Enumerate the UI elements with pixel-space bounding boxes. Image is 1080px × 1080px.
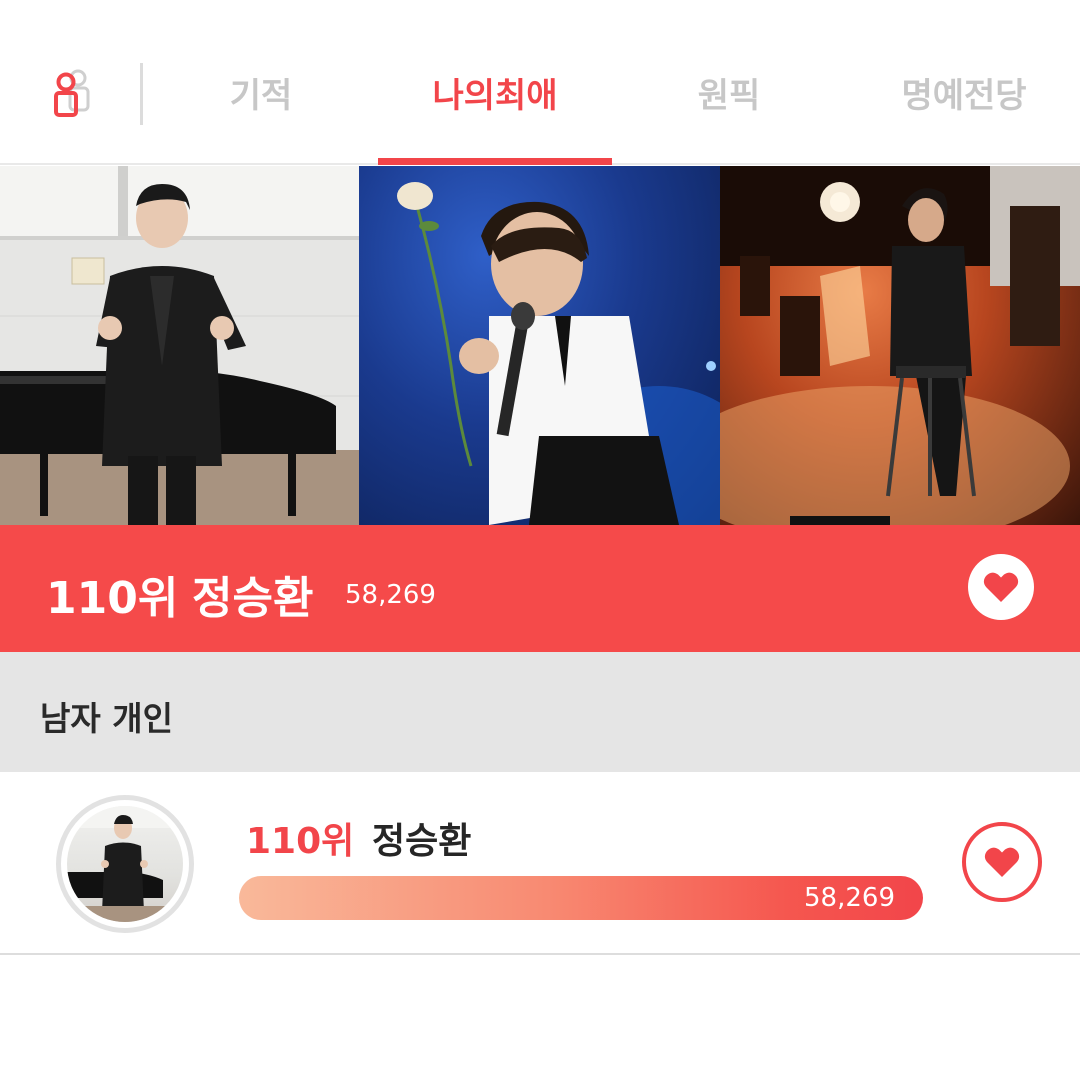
profile-button[interactable] bbox=[44, 66, 100, 122]
category-title: 남자 개인 bbox=[40, 699, 173, 738]
tab-my-favorite[interactable]: 나의최애 bbox=[405, 70, 585, 122]
vote-progress-bar: 58,269 bbox=[239, 876, 923, 920]
tab-one-pick[interactable]: 원픽 bbox=[668, 70, 790, 122]
artist-photo-1[interactable] bbox=[0, 166, 359, 525]
row-rank: 110위 bbox=[246, 821, 355, 862]
banner-vote-button[interactable] bbox=[968, 554, 1034, 620]
nav-divider bbox=[140, 63, 143, 125]
avatar-photo bbox=[67, 806, 183, 922]
banner-rank: 110위 bbox=[46, 573, 179, 624]
row-vote-count: 58,269 bbox=[804, 883, 895, 913]
row-vote-button[interactable] bbox=[962, 822, 1042, 902]
banner-artist-name: 정승환 bbox=[192, 573, 314, 624]
artist-photo-3[interactable] bbox=[720, 166, 1080, 525]
user-profile-icon bbox=[54, 69, 90, 117]
artist-photo-3-image bbox=[720, 166, 1080, 525]
avatar[interactable] bbox=[56, 795, 194, 933]
photo-gallery bbox=[0, 166, 1080, 525]
heart-icon bbox=[984, 847, 1020, 877]
tab-miracle[interactable]: 기적 bbox=[200, 70, 322, 122]
heart-icon bbox=[983, 572, 1019, 602]
banner-vote-count: 58,269 bbox=[345, 580, 436, 610]
artist-photo-2[interactable] bbox=[359, 166, 720, 525]
artist-photo-2-image bbox=[397, 182, 720, 525]
active-tab-indicator bbox=[378, 158, 612, 165]
artist-photo-1-image bbox=[0, 166, 359, 525]
avatar-image bbox=[67, 806, 183, 922]
tab-hall-of-fame[interactable]: 명예전당 bbox=[878, 70, 1050, 122]
top-navigation: 기적 나의최애 원픽 명예전당 bbox=[0, 0, 1080, 165]
row-artist-name: 정승환 bbox=[372, 821, 472, 862]
